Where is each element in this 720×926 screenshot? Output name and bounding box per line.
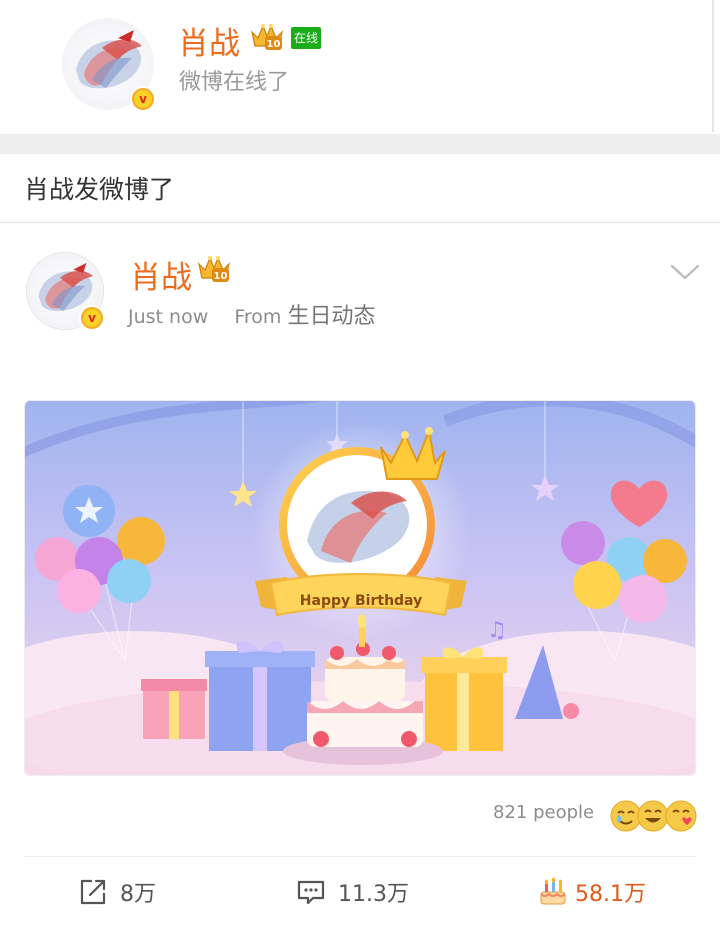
post-meta: Just now From 生日动态	[128, 298, 375, 330]
crying-face-icon	[610, 800, 642, 832]
grinning-face-icon	[637, 800, 669, 832]
verified-v-icon: v	[79, 305, 105, 331]
post-author-name[interactable]: 肖战	[130, 252, 192, 297]
like-count: 58.1万	[575, 882, 646, 907]
post-author-avatar[interactable]: v	[26, 252, 105, 331]
repost-count: 8万	[120, 882, 156, 907]
chevron-down-icon[interactable]	[668, 258, 702, 284]
like-button[interactable]: 58.1万	[537, 872, 646, 912]
crown-level-icon: 10	[196, 254, 232, 284]
verified-v-icon: v	[130, 86, 156, 112]
comment-count: 11.3万	[338, 882, 409, 907]
comment-button[interactable]: 11.3万	[296, 872, 409, 912]
repost-button[interactable]: 8万	[78, 872, 156, 912]
status-text: 微博在线了	[179, 70, 290, 95]
comment-icon	[297, 880, 325, 905]
svg-text:10: 10	[267, 39, 281, 50]
profile-name[interactable]: 肖战	[178, 18, 240, 63]
birthday-cake-icon	[540, 877, 566, 905]
post-time: Just now	[128, 306, 209, 328]
birthday-banner-image[interactable]: Happy Birthday ♫	[24, 400, 696, 776]
banner-text: Happy Birthday	[300, 593, 422, 609]
post-from-label: From	[234, 306, 282, 328]
reaction-emojis[interactable]	[609, 799, 701, 833]
divider	[24, 856, 696, 857]
reactions-count[interactable]: 821 people	[493, 802, 594, 823]
svg-text:10: 10	[214, 271, 228, 282]
divider	[0, 222, 720, 223]
share-icon	[80, 879, 106, 905]
crown-level-icon: 10	[249, 22, 285, 52]
svg-text:♫: ♫	[487, 618, 507, 643]
online-status-badge: 在线	[291, 27, 321, 49]
section-divider-bar	[0, 134, 720, 154]
avatar[interactable]: v	[62, 18, 156, 112]
kissing-face-icon	[665, 800, 697, 832]
section-title: 肖战发微博了	[24, 175, 175, 204]
post-source[interactable]: 生日动态	[287, 304, 375, 329]
